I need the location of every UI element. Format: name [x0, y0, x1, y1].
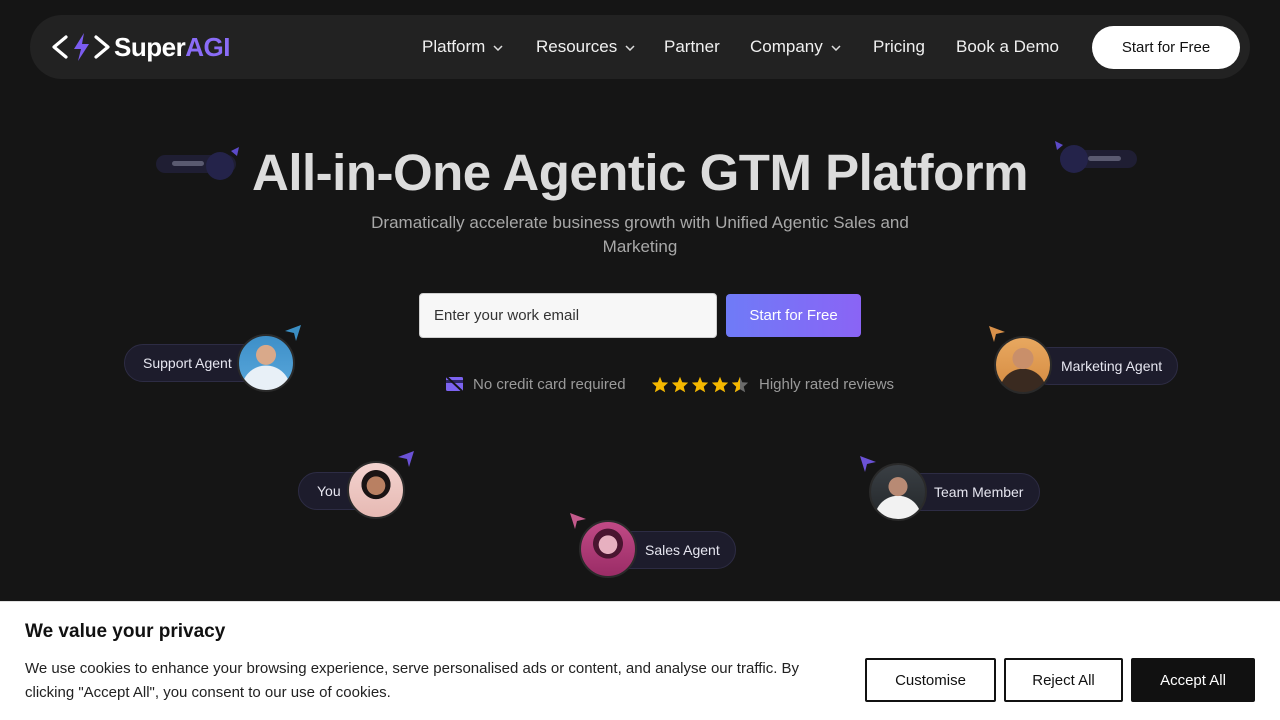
cookie-text: We use cookies to enhance your browsing …	[25, 660, 800, 701]
nav-pricing[interactable]: Pricing	[873, 37, 925, 57]
nav-partner[interactable]: Partner	[664, 37, 720, 57]
sales-agent-avatar	[579, 520, 637, 578]
logo-super: Super	[114, 31, 186, 62]
star-half-icon	[731, 376, 749, 392]
top-navbar: SuperAGI Platform Resources Partner Comp…	[30, 15, 1250, 79]
hero-start-free-button[interactable]: Start for Free	[726, 294, 861, 337]
cursor-icon	[989, 326, 1005, 342]
star-icon	[691, 376, 709, 392]
hero-title: All-in-One Agentic GTM Platform	[252, 144, 1028, 201]
nav-company[interactable]: Company	[750, 37, 841, 57]
cursor-icon	[860, 456, 876, 472]
team-member-avatar	[869, 463, 927, 521]
you-avatar	[347, 461, 405, 519]
you-label: You	[317, 483, 341, 499]
nav-book-demo-label: Book a Demo	[956, 37, 1059, 56]
nav-platform[interactable]: Platform	[422, 37, 503, 57]
logo-icon	[52, 33, 110, 61]
cursor-icon	[570, 513, 586, 529]
cookie-customise-button[interactable]: Customise	[865, 658, 996, 702]
nav-partner-label: Partner	[664, 37, 720, 56]
marketing-agent-pill: Marketing Agent	[1030, 347, 1178, 385]
star-icon	[651, 376, 669, 392]
cursor-icon	[398, 451, 414, 467]
cookie-banner: We value your privacy We use cookies to …	[0, 601, 1280, 720]
no-credit-card-text: No credit card required	[473, 375, 626, 393]
marketing-agent-avatar	[994, 336, 1052, 394]
work-email-input[interactable]	[419, 293, 717, 338]
star-icon	[711, 376, 729, 392]
credit-card-off-icon	[446, 376, 463, 392]
support-agent-label: Support Agent	[143, 355, 232, 371]
reviews-badge: Highly rated reviews	[651, 374, 894, 394]
cookie-accept-all-button[interactable]: Accept All	[1131, 658, 1255, 702]
cursor-icon	[285, 325, 301, 341]
nav-resources[interactable]: Resources	[536, 37, 635, 57]
support-agent-avatar	[237, 334, 295, 392]
chevron-down-icon	[625, 44, 635, 51]
marketing-agent-label: Marketing Agent	[1061, 358, 1163, 374]
logo-agi: AGI	[185, 31, 230, 62]
star-icon	[671, 376, 689, 392]
no-credit-card-badge: No credit card required	[446, 374, 626, 394]
rating-stars	[651, 376, 749, 393]
reviews-text: Highly rated reviews	[759, 375, 895, 393]
nav-company-label: Company	[750, 37, 823, 56]
nav-start-free-button[interactable]: Start for Free	[1092, 26, 1240, 69]
nav-platform-label: Platform	[422, 37, 486, 56]
team-member-label: Team Member	[934, 484, 1024, 500]
chevron-down-icon	[831, 44, 841, 51]
cookie-title: We value your privacy	[25, 621, 226, 642]
nav-resources-label: Resources	[536, 37, 618, 56]
chevron-down-icon	[493, 44, 503, 51]
nav-pricing-label: Pricing	[873, 37, 925, 56]
superagi-logo[interactable]: SuperAGI	[52, 31, 230, 63]
sales-agent-label: Sales Agent	[645, 542, 720, 558]
cookie-reject-all-button[interactable]: Reject All	[1004, 658, 1123, 702]
hero-subtitle: Dramatically accelerate business growth …	[371, 213, 909, 256]
logo-wordmark: SuperAGI	[114, 32, 230, 63]
nav-book-demo[interactable]: Book a Demo	[956, 37, 1059, 57]
